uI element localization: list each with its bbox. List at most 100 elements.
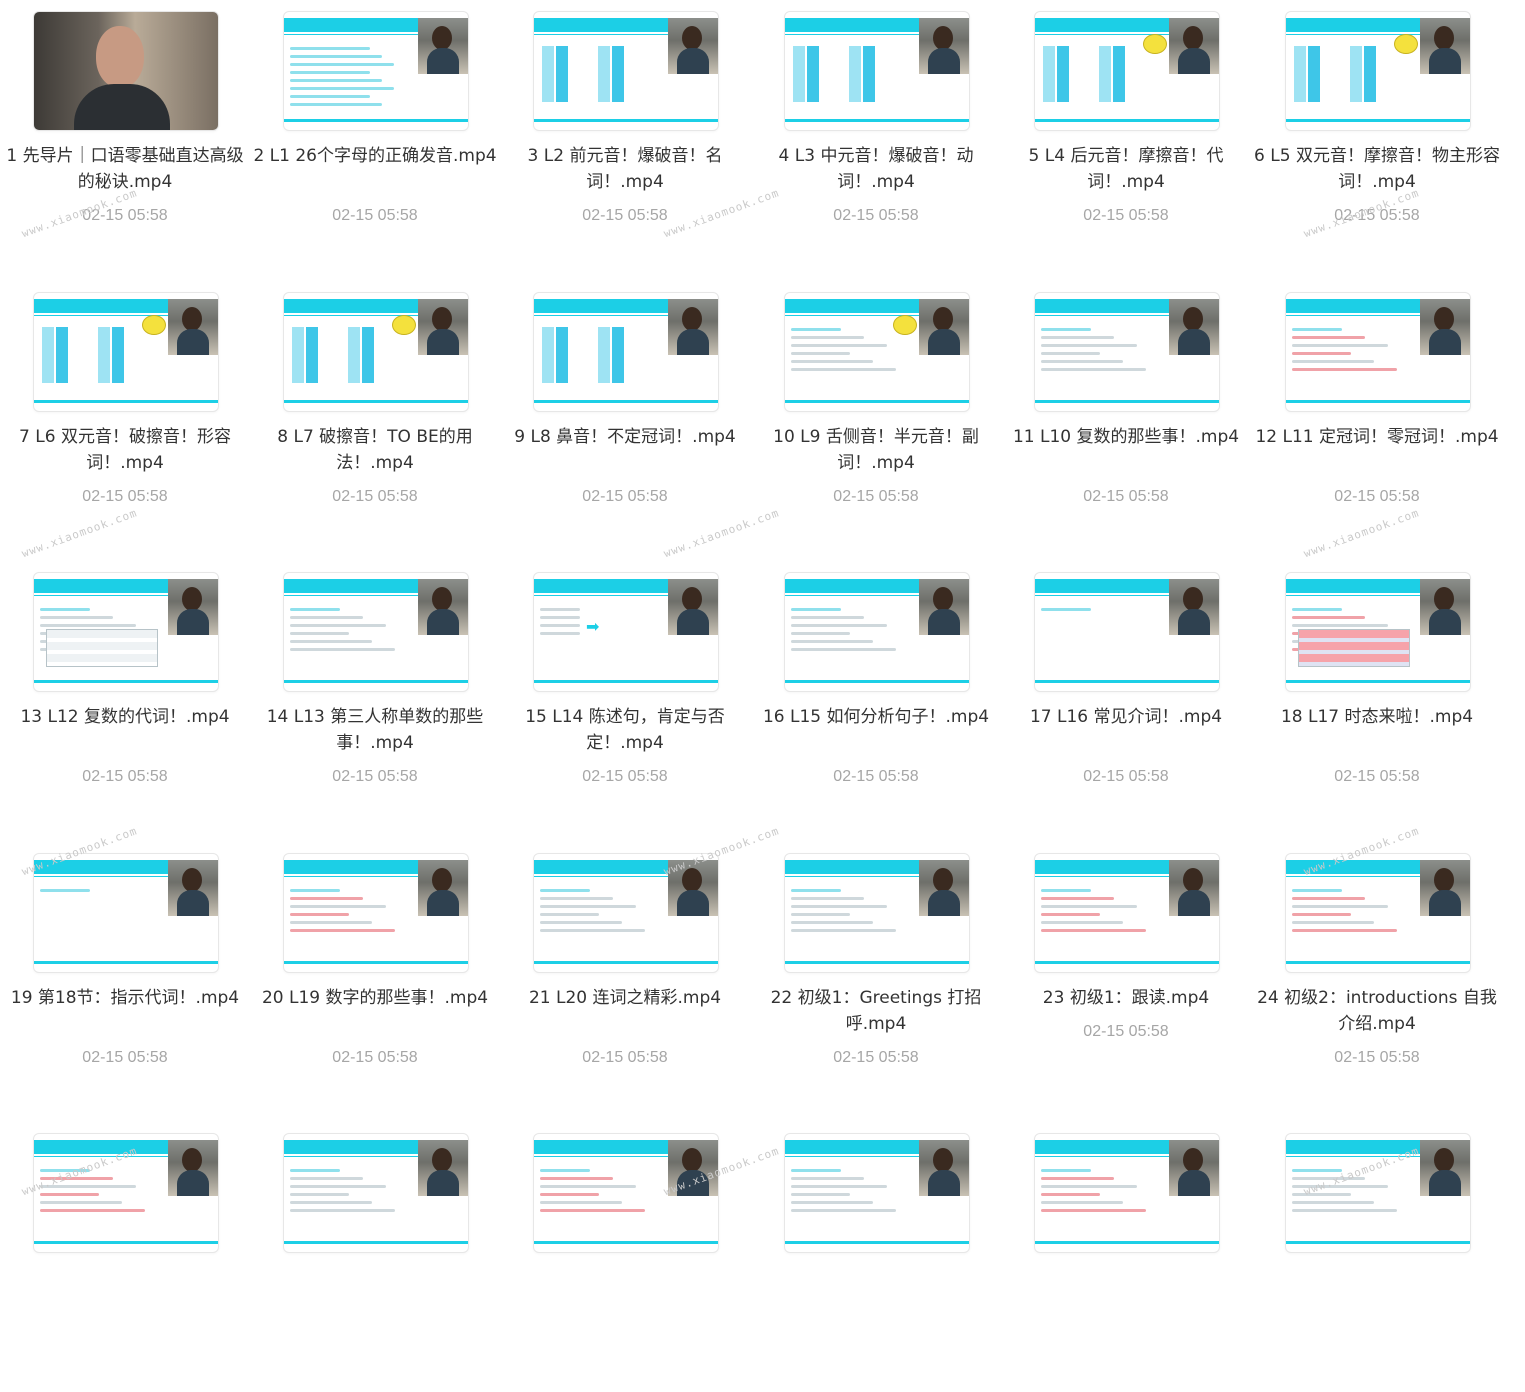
video-thumbnail[interactable] xyxy=(533,1133,719,1253)
file-item[interactable]: 2 L1 26个字母的正确发音.mp4 02-15 05:58 xyxy=(250,0,500,270)
slide-footer-bar xyxy=(534,1241,718,1244)
file-item[interactable] xyxy=(1001,1122,1251,1392)
video-thumbnail[interactable] xyxy=(784,11,970,131)
video-thumbnail[interactable] xyxy=(283,853,469,973)
file-name[interactable]: 2 L1 26个字母的正确发音.mp4 xyxy=(250,143,500,169)
presenter-camera xyxy=(168,1140,218,1196)
video-thumbnail[interactable] xyxy=(1034,572,1220,692)
slide-footer-bar xyxy=(534,680,718,683)
file-name[interactable]: 20 L19 数字的那些事！.mp4 xyxy=(250,985,500,1011)
file-item[interactable]: 10 L9 舌侧音！半元音！副词！.mp4 02-15 05:58 xyxy=(751,281,1001,551)
text-line xyxy=(290,1193,349,1196)
video-thumbnail[interactable] xyxy=(1034,11,1220,131)
file-item[interactable]: 14 L13 第三人称单数的那些事！.mp4 02-15 05:58 xyxy=(250,561,500,831)
slide-text-lines xyxy=(791,1164,911,1217)
file-name[interactable]: 21 L20 连词之精彩.mp4 xyxy=(500,985,750,1011)
file-item[interactable]: 21 L20 连词之精彩.mp4 02-15 05:58 xyxy=(500,842,750,1112)
video-thumbnail[interactable] xyxy=(1034,853,1220,973)
file-name[interactable]: 7 L6 双元音！破擦音！形容词！.mp4 xyxy=(0,424,250,476)
file-item[interactable]: 8 L7 破擦音！TO BE的用法！.mp4 02-15 05:58 xyxy=(250,281,500,551)
slide-footer-bar xyxy=(1286,680,1470,683)
presenter-camera xyxy=(668,579,718,635)
file-item[interactable]: 5 L4 后元音！摩擦音！代词！.mp4 02-15 05:58 xyxy=(1001,0,1251,270)
file-item[interactable]: 6 L5 双元音！摩擦音！物主形容词！.mp4 02-15 05:58 xyxy=(1252,0,1502,270)
video-thumbnail[interactable]: ➡ xyxy=(533,572,719,692)
file-item[interactable]: 19 第18节：指示代词！.mp4 02-15 05:58 xyxy=(0,842,250,1112)
slide-text-lines xyxy=(791,603,911,656)
file-item[interactable] xyxy=(500,1122,750,1392)
video-thumbnail[interactable] xyxy=(1034,1133,1220,1253)
file-name[interactable]: 5 L4 后元音！摩擦音！代词！.mp4 xyxy=(1001,143,1251,195)
file-name[interactable]: 3 L2 前元音！爆破音！名词！.mp4 xyxy=(500,143,750,195)
presenter-camera xyxy=(1169,1140,1219,1196)
video-thumbnail[interactable] xyxy=(784,572,970,692)
file-item[interactable] xyxy=(751,1122,1001,1392)
file-name[interactable]: 4 L3 中元音！爆破音！动词！.mp4 xyxy=(751,143,1001,195)
file-name[interactable]: 19 第18节：指示代词！.mp4 xyxy=(0,985,250,1011)
text-line xyxy=(290,616,363,619)
text-line xyxy=(791,921,873,924)
text-line xyxy=(791,913,850,916)
file-name[interactable]: 6 L5 双元音！摩擦音！物主形容词！.mp4 xyxy=(1252,143,1502,195)
file-name[interactable]: 1 先导片｜口语零基础直达高级的秘诀.mp4 xyxy=(0,143,250,195)
video-thumbnail[interactable] xyxy=(784,853,970,973)
video-thumbnail[interactable] xyxy=(33,11,219,131)
video-thumbnail[interactable] xyxy=(1285,572,1471,692)
file-item[interactable]: 20 L19 数字的那些事！.mp4 02-15 05:58 xyxy=(250,842,500,1112)
video-thumbnail[interactable] xyxy=(533,11,719,131)
text-line xyxy=(540,897,613,900)
text-line xyxy=(290,648,395,651)
video-thumbnail[interactable] xyxy=(33,853,219,973)
file-item[interactable]: 22 初级1：Greetings 打招呼.mp4 02-15 05:58 xyxy=(751,842,1001,1112)
file-name[interactable]: 12 L11 定冠词！零冠词！.mp4 xyxy=(1252,424,1502,450)
file-date: 02-15 05:58 xyxy=(1334,1049,1420,1066)
file-item[interactable]: 11 L10 复数的那些事！.mp4 02-15 05:58 xyxy=(1001,281,1251,551)
file-name[interactable]: 9 L8 鼻音！不定冠词！.mp4 xyxy=(500,424,750,450)
file-item[interactable]: 17 L16 常见介词！.mp4 02-15 05:58 xyxy=(1001,561,1251,831)
video-thumbnail[interactable] xyxy=(533,853,719,973)
file-item[interactable]: 13 L12 复数的代词！.mp4 02-15 05:58 xyxy=(0,561,250,831)
file-item[interactable]: 24 初级2：introductions 自我介绍.mp4 02-15 05:58 xyxy=(1252,842,1502,1112)
file-item[interactable]: 9 L8 鼻音！不定冠词！.mp4 02-15 05:58 xyxy=(500,281,750,551)
file-name[interactable]: 14 L13 第三人称单数的那些事！.mp4 xyxy=(250,704,500,756)
file-item[interactable]: 12 L11 定冠词！零冠词！.mp4 02-15 05:58 xyxy=(1252,281,1502,551)
table-block xyxy=(46,629,158,667)
file-name[interactable]: 23 初级1：跟读.mp4 xyxy=(1001,985,1251,1011)
file-name[interactable]: 8 L7 破擦音！TO BE的用法！.mp4 xyxy=(250,424,500,476)
video-thumbnail[interactable] xyxy=(533,292,719,412)
video-thumbnail[interactable] xyxy=(283,572,469,692)
slide-text-lines xyxy=(1041,603,1161,616)
video-thumbnail[interactable] xyxy=(283,1133,469,1253)
file-name[interactable]: 15 L14 陈述句，肯定与否定！.mp4 xyxy=(500,704,750,756)
column-block xyxy=(556,46,568,102)
file-item[interactable]: ➡ 15 L14 陈述句，肯定与否定！.mp4 02-15 05:58 xyxy=(500,561,750,831)
file-item[interactable]: 16 L15 如何分析句子！.mp4 02-15 05:58 xyxy=(751,561,1001,831)
file-name[interactable]: 18 L17 时态来啦！.mp4 xyxy=(1252,704,1502,730)
video-thumbnail[interactable] xyxy=(1034,292,1220,412)
video-thumbnail[interactable] xyxy=(33,572,219,692)
file-item[interactable]: 23 初级1：跟读.mp4 02-15 05:58 xyxy=(1001,842,1251,1112)
file-item[interactable] xyxy=(0,1122,250,1392)
file-name[interactable]: 10 L9 舌侧音！半元音！副词！.mp4 xyxy=(751,424,1001,476)
text-line xyxy=(540,1185,636,1188)
slide-footer-bar xyxy=(534,400,718,403)
video-thumbnail[interactable] xyxy=(283,11,469,131)
video-thumbnail[interactable] xyxy=(784,1133,970,1253)
text-line xyxy=(290,921,372,924)
file-name[interactable]: 13 L12 复数的代词！.mp4 xyxy=(0,704,250,730)
file-item[interactable]: 4 L3 中元音！爆破音！动词！.mp4 02-15 05:58 xyxy=(751,0,1001,270)
file-name[interactable]: 17 L16 常见介词！.mp4 xyxy=(1001,704,1251,730)
slide-text-lines xyxy=(1292,323,1412,376)
video-thumbnail[interactable] xyxy=(784,292,970,412)
file-name[interactable]: 22 初级1：Greetings 打招呼.mp4 xyxy=(751,985,1001,1037)
file-item[interactable]: 3 L2 前元音！爆破音！名词！.mp4 02-15 05:58 xyxy=(500,0,750,270)
file-item[interactable] xyxy=(250,1122,500,1392)
file-item[interactable]: 18 L17 时态来啦！.mp4 02-15 05:58 xyxy=(1252,561,1502,831)
video-thumbnail[interactable] xyxy=(1285,11,1471,131)
video-thumbnail[interactable] xyxy=(33,292,219,412)
file-name[interactable]: 24 初级2：introductions 自我介绍.mp4 xyxy=(1252,985,1502,1037)
video-thumbnail[interactable] xyxy=(1285,292,1471,412)
file-name[interactable]: 16 L15 如何分析句子！.mp4 xyxy=(751,704,1001,730)
video-thumbnail[interactable] xyxy=(283,292,469,412)
file-name[interactable]: 11 L10 复数的那些事！.mp4 xyxy=(1001,424,1251,450)
